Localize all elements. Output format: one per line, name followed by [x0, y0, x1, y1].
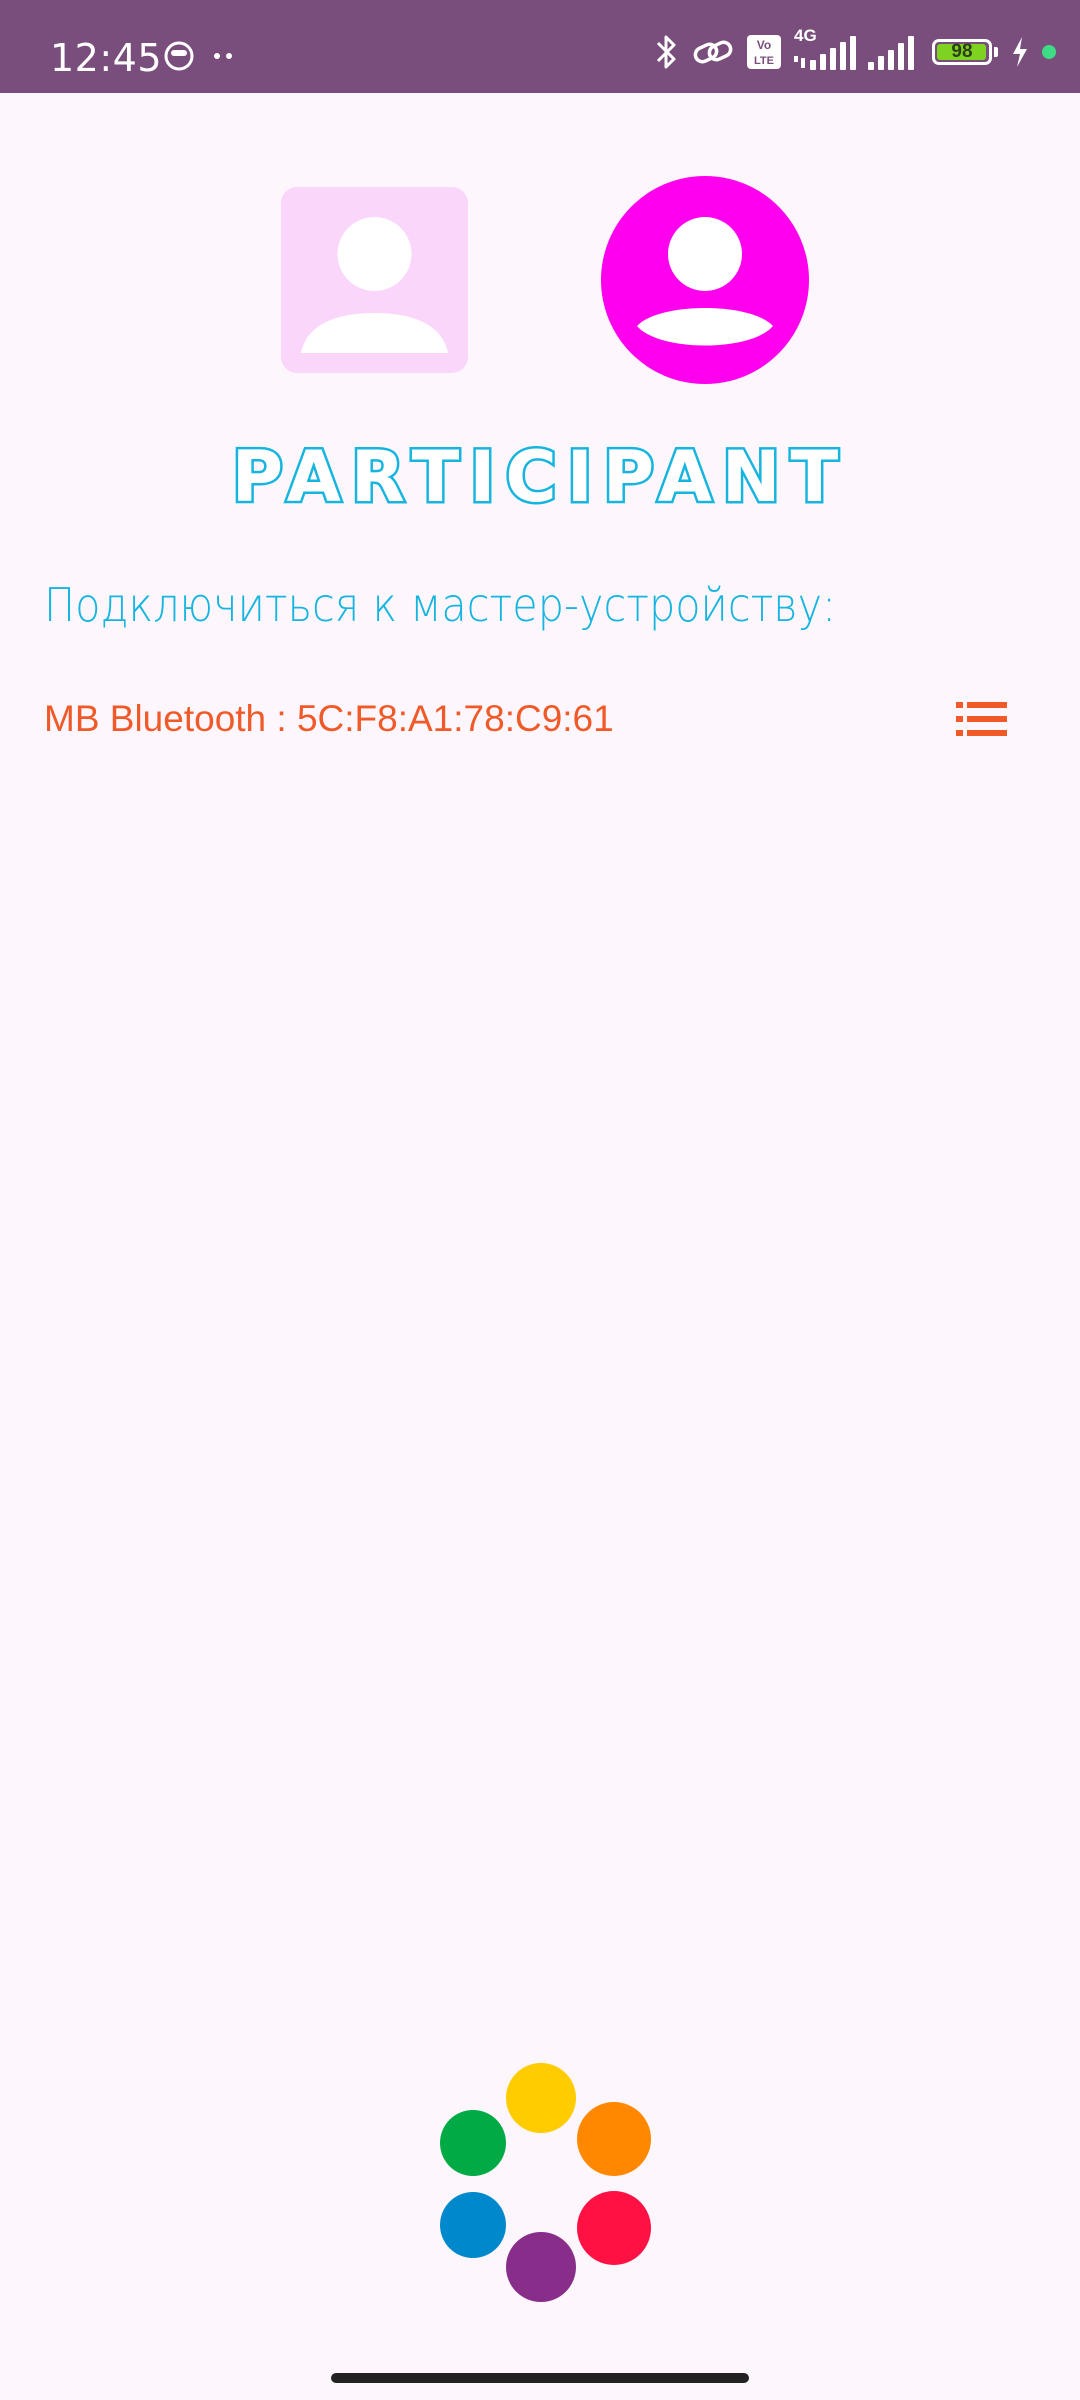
battery-tip [994, 47, 998, 57]
volte-icon: Vo LTE [747, 35, 781, 69]
participant-screen: 12:45 Vo LTE 4G 98 PARTICIPANT Подключит… [0, 0, 1080, 2400]
loading-dots-icon [440, 2063, 651, 2302]
status-bar: 12:45 Vo LTE 4G 98 [0, 0, 1080, 93]
volte-line1: Vo [757, 38, 771, 52]
battery-level: 98 [951, 41, 973, 62]
loader-dot-purple [506, 2232, 576, 2302]
device-label: MB Bluetooth : 5C:F8:A1:78:C9:61 [44, 698, 614, 739]
person-icon [301, 217, 448, 353]
home-indicator[interactable] [331, 2373, 749, 2383]
volte-line2: LTE [754, 55, 774, 67]
signal-icon [868, 36, 914, 70]
device-list-item[interactable]: MB Bluetooth : 5C:F8:A1:78:C9:61 [44, 688, 1012, 750]
signal-icon [794, 36, 856, 70]
loader-dot-yellow [506, 2063, 576, 2133]
loader-dot-red [577, 2191, 651, 2265]
status-time: 12:45 [50, 36, 163, 80]
avatar-square-button[interactable] [281, 187, 468, 373]
charging-icon [1013, 37, 1027, 67]
status-right-icons: Vo LTE 4G 98 [654, 26, 1056, 72]
status-left-icons [163, 40, 235, 72]
avatar-circle-button[interactable] [601, 176, 809, 384]
link-icon [693, 40, 733, 64]
list-icon[interactable] [952, 696, 1012, 742]
page-title: PARTICIPANT [229, 434, 849, 521]
green-dot [1042, 45, 1056, 59]
battery-icon: 98 [932, 39, 992, 65]
loader-dot-green [440, 2110, 506, 2176]
connect-prompt: Подключиться к мастер-устройству: [44, 578, 837, 632]
loader-dot-blue [440, 2192, 506, 2258]
bluetooth-icon [656, 35, 676, 69]
person-icon [637, 217, 773, 346]
loader-dot-orange [577, 2102, 651, 2176]
network-signal: 4G [794, 26, 856, 72]
face-icon [164, 41, 194, 71]
dots-icon [214, 53, 232, 59]
